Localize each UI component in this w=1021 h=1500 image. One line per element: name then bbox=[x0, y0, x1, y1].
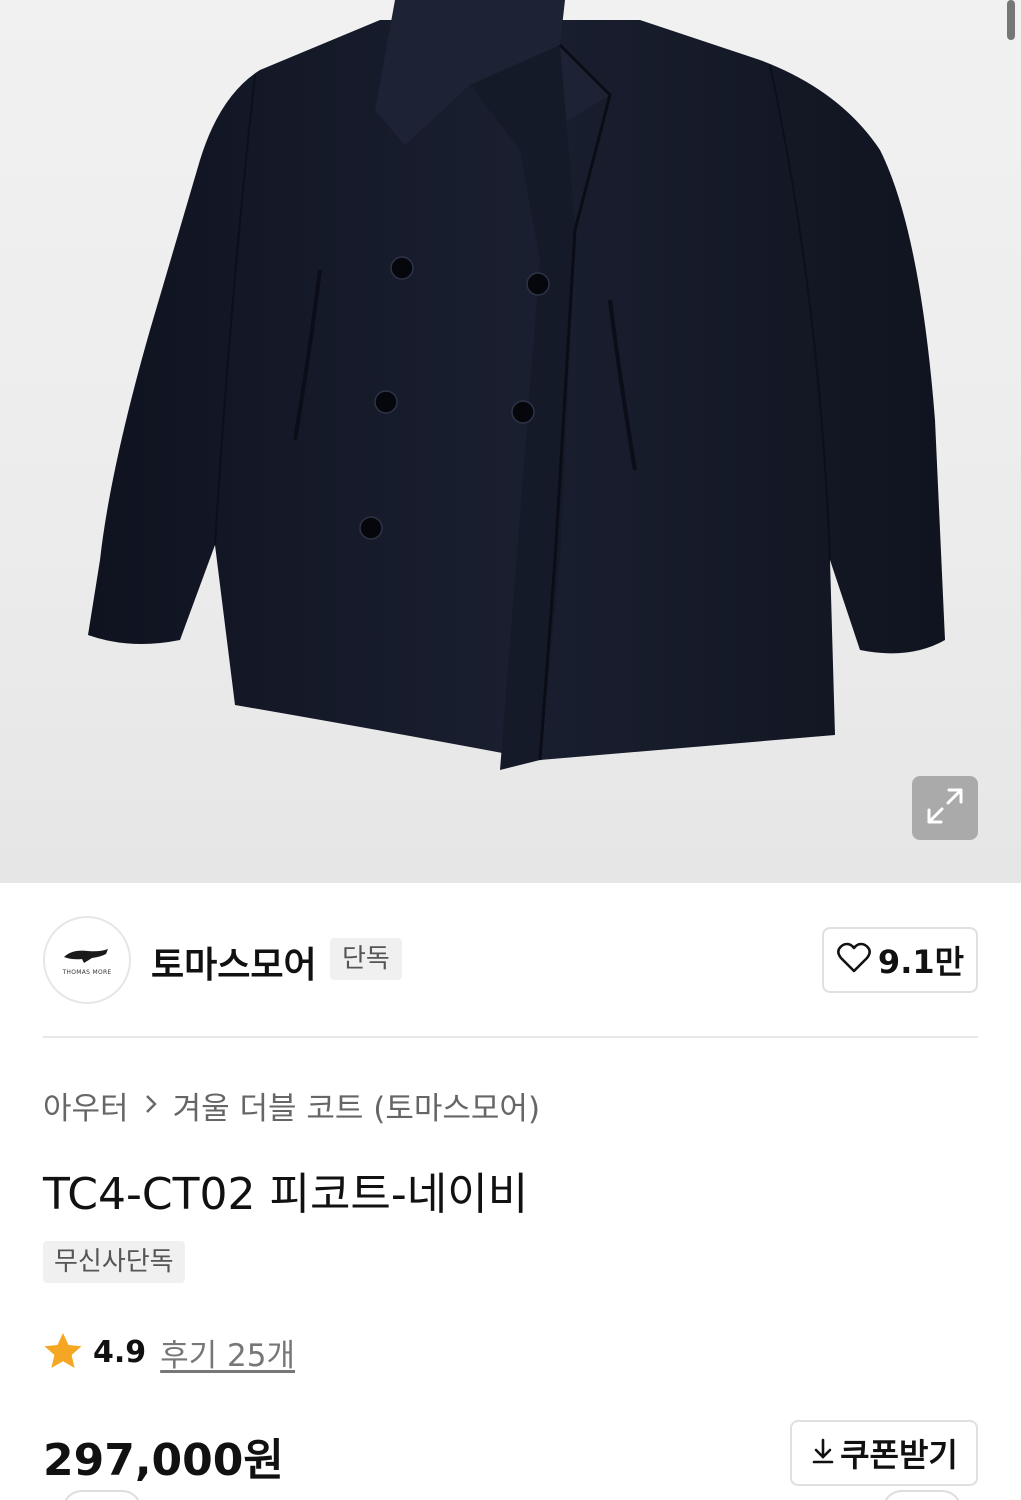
coupon-label: 쿠폰받기 bbox=[840, 1436, 958, 1474]
coupon-download-button[interactable]: 쿠폰받기 bbox=[790, 1420, 978, 1486]
heart-icon bbox=[836, 942, 872, 978]
whale-logo-icon bbox=[64, 948, 108, 963]
brand-logo-text: THOMAS MORE bbox=[62, 968, 112, 976]
bottom-control-left[interactable] bbox=[62, 1490, 142, 1500]
divider bbox=[43, 1036, 978, 1038]
bottom-control-right[interactable] bbox=[882, 1490, 962, 1500]
rating-value: 4.9 bbox=[93, 1335, 147, 1370]
product-image-area[interactable] bbox=[0, 0, 1021, 883]
brand-exclusive-badge: 단독 bbox=[330, 938, 402, 980]
scrollbar[interactable] bbox=[1007, 0, 1015, 40]
brand-logo[interactable]: THOMAS MORE bbox=[43, 916, 131, 1004]
expand-icon bbox=[925, 786, 965, 830]
like-count: 9.1만 bbox=[877, 943, 965, 981]
brand-name[interactable]: 토마스모어 bbox=[151, 936, 317, 988]
breadcrumb: 아우터 겨울 더블 코트 (토마스모어) bbox=[43, 1083, 540, 1128]
exclusive-tag: 무신사단독 bbox=[43, 1241, 185, 1283]
breadcrumb-category[interactable]: 아우터 bbox=[43, 1083, 129, 1128]
review-link[interactable]: 후기 25개 bbox=[160, 1330, 295, 1375]
download-icon bbox=[810, 1436, 836, 1470]
price: 297,000원 bbox=[43, 1435, 284, 1486]
chevron-right-icon bbox=[143, 1088, 159, 1124]
expand-image-button[interactable] bbox=[912, 776, 978, 840]
rating-row: 4.9 후기 25개 bbox=[43, 1330, 295, 1375]
brand-row: THOMAS MORE 토마스모어 단독 9.1만 bbox=[43, 916, 978, 1004]
like-button[interactable]: 9.1만 bbox=[822, 927, 978, 993]
breadcrumb-subcategory[interactable]: 겨울 더블 코트 (토마스모어) bbox=[173, 1083, 540, 1128]
product-title: TC4-CT02 피코트-네이비 bbox=[43, 1169, 529, 1220]
product-image bbox=[88, 0, 945, 770]
star-icon bbox=[43, 1332, 83, 1374]
